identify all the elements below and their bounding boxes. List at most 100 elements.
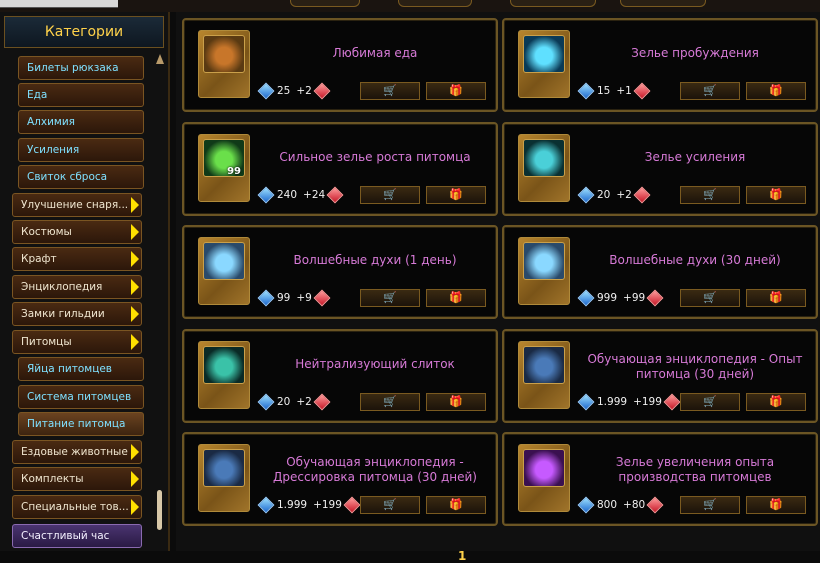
sidebar-item-7[interactable]: Костюмы: [12, 220, 142, 244]
sidebar-item-14[interactable]: Питание питомца: [18, 412, 144, 436]
sidebar-item-4[interactable]: Усиления: [18, 138, 144, 162]
sidebar-item-label: Замки гильдии: [21, 308, 105, 320]
gift-button[interactable]: 🎁: [746, 392, 806, 411]
product-price: 240 +24: [257, 186, 346, 204]
expand-arrow-icon[interactable]: [131, 444, 139, 460]
bonus-value: +1: [616, 85, 632, 97]
top-tab-4[interactable]: [620, 0, 706, 7]
price-value: 240: [277, 188, 298, 201]
page-number[interactable]: 1: [458, 549, 466, 563]
sidebar-item-11[interactable]: Питомцы: [12, 330, 142, 354]
expand-arrow-icon[interactable]: [131, 197, 139, 213]
top-tab-2[interactable]: [398, 0, 472, 7]
gift-button[interactable]: 🎁: [426, 289, 486, 307]
book-icon: [203, 449, 245, 487]
gift-button[interactable]: 🎁: [426, 185, 486, 204]
expand-arrow-icon[interactable]: [131, 224, 139, 240]
product-name: Зелье увеличения опыта производства пито…: [615, 455, 775, 484]
gift-button[interactable]: 🎁: [426, 392, 486, 411]
sidebar-item-label: Алхимия: [27, 116, 75, 128]
price-value: 800: [597, 499, 618, 511]
sidebar-item-13[interactable]: Система питомцев: [18, 385, 144, 409]
expand-arrow-icon[interactable]: [131, 334, 139, 350]
product-name: Нейтрализующий слиток: [295, 356, 455, 371]
sidebar-item-18[interactable]: Счастливый час: [12, 524, 142, 548]
product-name: Волшебные духи (1 день): [293, 253, 457, 267]
blue-gem-icon: [577, 186, 595, 203]
product-price: 1.999 +199: [257, 496, 363, 514]
red-gem-icon: [633, 82, 651, 100]
sidebar-item-label: Ездовые животные: [21, 446, 128, 458]
sidebar-item-label: Счастливый час: [21, 530, 110, 542]
buy-button[interactable]: 🛒: [360, 289, 420, 307]
product-price: 99 +9: [257, 289, 333, 307]
perfume-bottle-icon: [523, 242, 565, 280]
product-card[interactable]: Зелье увеличения опыта производства пито…: [502, 432, 818, 526]
product-card[interactable]: 99 Сильное зелье роста питомца 240 +24 🛒 🎁: [182, 121, 498, 216]
top-tab-3[interactable]: [510, 0, 596, 7]
sidebar-item-9[interactable]: Энциклопедия: [12, 275, 142, 299]
red-gem-icon: [313, 82, 331, 100]
sidebar-item-3[interactable]: Алхимия: [18, 110, 144, 134]
buy-button[interactable]: 🛒: [360, 82, 420, 100]
bonus-value: +9: [296, 292, 312, 304]
roast-chicken-icon: [203, 35, 245, 73]
product-thumbnail: [198, 237, 250, 305]
product-card[interactable]: Нейтрализующий слиток 20 +2 🛒 🎁: [182, 328, 498, 423]
sidebar-item-5[interactable]: Свиток сброса: [18, 165, 144, 189]
buy-button[interactable]: 🛒: [680, 82, 740, 100]
sidebar-item-1[interactable]: Билеты рюкзака: [18, 56, 144, 80]
expand-arrow-icon[interactable]: [131, 306, 139, 322]
bonus-value: +2: [616, 188, 632, 201]
expand-arrow-icon[interactable]: [131, 251, 139, 267]
gift-button[interactable]: 🎁: [746, 185, 806, 204]
product-price: 20 +2: [257, 393, 333, 411]
sidebar-item-12[interactable]: Яйца питомцев: [18, 357, 144, 381]
product-price: 15 +1: [577, 82, 653, 100]
product-card[interactable]: Волшебные духи (30 дней) 999 +99 🛒 🎁: [502, 225, 818, 319]
product-card[interactable]: Обучающая энциклопедия - Дрессировка пит…: [182, 432, 498, 526]
product-thumbnail: [518, 133, 570, 202]
ingot-icon: [203, 345, 245, 384]
top-tab-1[interactable]: [290, 0, 360, 7]
buy-button[interactable]: 🛒: [360, 185, 420, 204]
product-thumbnail: [518, 30, 570, 98]
sidebar-item-label: Улучшение снаря...: [21, 199, 129, 211]
gift-button[interactable]: 🎁: [426, 82, 486, 100]
product-thumbnail: [198, 340, 250, 409]
product-card[interactable]: Волшебные духи (1 день) 99 +9 🛒 🎁: [182, 225, 498, 319]
book-icon: [523, 345, 565, 384]
scroll-up-icon[interactable]: [156, 54, 164, 64]
buy-button[interactable]: 🛒: [680, 289, 740, 307]
sidebar-item-2[interactable]: Еда: [18, 83, 144, 107]
search-field[interactable]: [0, 0, 118, 8]
sidebar-item-8[interactable]: Крафт: [12, 247, 142, 271]
gift-button[interactable]: 🎁: [746, 496, 806, 514]
product-card[interactable]: Зелье пробуждения 15 +1 🛒 🎁: [502, 18, 818, 112]
product-card[interactable]: Зелье усиления 20 +2 🛒 🎁: [502, 121, 818, 216]
gift-button[interactable]: 🎁: [426, 496, 486, 514]
gift-button[interactable]: 🎁: [746, 289, 806, 307]
product-card[interactable]: Обучающая энциклопедия - Опыт питомца (3…: [502, 328, 818, 423]
sidebar-item-6[interactable]: Улучшение снаря...: [12, 193, 142, 217]
buy-button[interactable]: 🛒: [680, 185, 740, 204]
expand-arrow-icon[interactable]: [131, 499, 139, 515]
product-name: Обучающая энциклопедия - Опыт питомца (3…: [587, 351, 803, 381]
buy-button[interactable]: 🛒: [680, 496, 740, 514]
price-value: 1.999: [597, 395, 628, 408]
buy-button[interactable]: 🛒: [360, 392, 420, 411]
expand-arrow-icon[interactable]: [131, 279, 139, 295]
sidebar-item-17[interactable]: Специальные тов...: [12, 495, 142, 519]
buy-button[interactable]: 🛒: [680, 392, 740, 411]
sidebar-item-16[interactable]: Комплекты: [12, 467, 142, 491]
price-value: 25: [277, 85, 291, 97]
product-card[interactable]: Любимая еда 25 +2 🛒 🎁: [182, 18, 498, 112]
shopping-cart-icon: 🛒: [703, 187, 717, 201]
expand-arrow-icon[interactable]: [131, 471, 139, 487]
blue-gem-icon: [577, 393, 595, 410]
buy-button[interactable]: 🛒: [360, 496, 420, 514]
gift-button[interactable]: 🎁: [746, 82, 806, 100]
sidebar-item-10[interactable]: Замки гильдии: [12, 302, 142, 326]
sidebar-item-15[interactable]: Ездовые животные: [12, 440, 142, 464]
sidebar-scrollbar-thumb[interactable]: [157, 490, 162, 530]
